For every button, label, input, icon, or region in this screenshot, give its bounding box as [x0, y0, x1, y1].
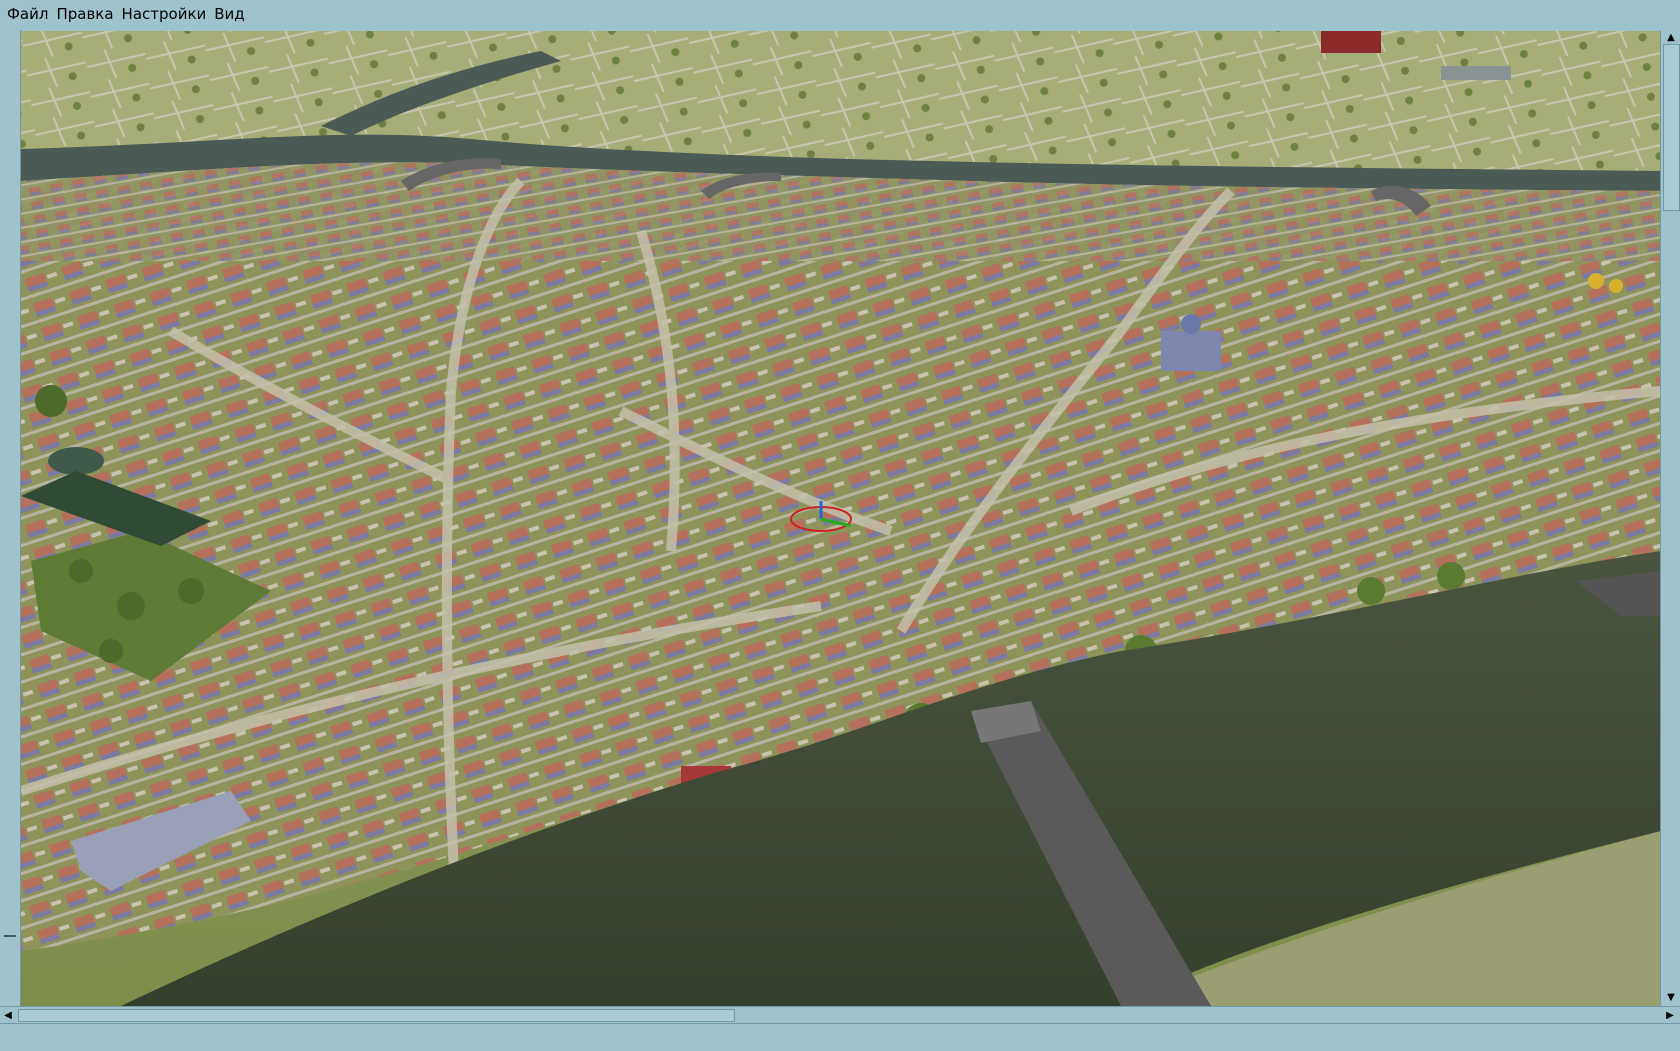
vertical-scrollbar[interactable]: ▲ ▼	[1660, 30, 1680, 1006]
city-scene[interactable]	[21, 31, 1661, 1006]
triangle-up-icon[interactable]: ▲	[1661, 30, 1680, 44]
horizontal-scrollbar[interactable]: ◀ ▶	[0, 1006, 1680, 1023]
status-bar	[0, 1023, 1680, 1051]
3d-viewport[interactable]	[21, 31, 1661, 1006]
triangle-down-icon[interactable]: ▼	[1661, 990, 1680, 1004]
distant-red-building	[1321, 31, 1381, 53]
vertical-scroll-thumb[interactable]	[1663, 44, 1680, 211]
menu-edit[interactable]: Правка	[52, 0, 117, 28]
menu-view[interactable]: Вид	[210, 0, 248, 28]
triangle-left-icon[interactable]: ◀	[0, 1007, 16, 1023]
menu-file[interactable]: Файл	[0, 0, 52, 28]
left-ruler	[0, 30, 21, 1006]
horizontal-scroll-thumb[interactable]	[18, 1009, 735, 1022]
menu-settings[interactable]: Настройки	[118, 0, 211, 28]
ruler-tick	[4, 935, 16, 937]
menu-bar: Файл Правка Настройки Вид	[0, 0, 1680, 28]
distant-hangar	[1441, 66, 1511, 80]
triangle-right-icon[interactable]: ▶	[1662, 1007, 1678, 1023]
